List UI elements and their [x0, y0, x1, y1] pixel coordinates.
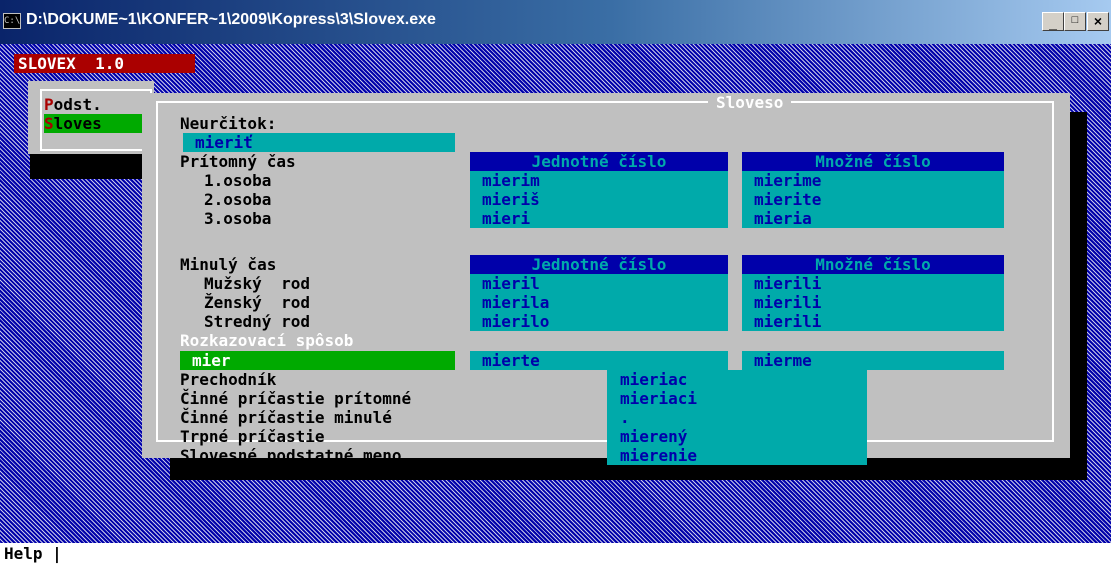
other-form-label: Činné príčastie minulé: [180, 408, 392, 427]
menu-item-label: odst.: [53, 95, 102, 114]
imperative-plural-2[interactable]: mierte: [470, 351, 728, 370]
past-singular-header: Jednotné číslo: [470, 255, 728, 274]
present-row-label: 3.osoba: [204, 209, 272, 228]
present-singular-header: Jednotné číslo: [470, 152, 728, 171]
verb-dialog: Sloveso Neurčitok: mieriť Prítomný čas J…: [142, 93, 1070, 465]
main-menu: Podst. Sloves: [28, 81, 154, 154]
help-hint[interactable]: Help |: [4, 544, 62, 563]
menu-hotkey: S: [44, 114, 54, 133]
past-row-label: Mužský rod: [204, 274, 310, 293]
console-icon[interactable]: C:\: [3, 13, 21, 29]
present-singular-3[interactable]: mieri: [470, 209, 728, 228]
menu-item-podst[interactable]: Podst.: [44, 95, 144, 114]
menu-shadow: [30, 154, 156, 179]
close-button[interactable]: ×: [1087, 12, 1109, 31]
present-row-label: 2.osoba: [204, 190, 272, 209]
other-form-label: Trpné príčastie: [180, 427, 325, 446]
past-tense-label: Minulý čas: [180, 255, 277, 274]
maximize-button[interactable]: □: [1064, 12, 1086, 31]
menu-hotkey: P: [44, 95, 54, 114]
past-plural-fem[interactable]: mierili: [742, 293, 1004, 312]
past-plural-header: Množné číslo: [742, 255, 1004, 274]
past-singular-neut[interactable]: mierilo: [470, 312, 728, 331]
present-singular-2[interactable]: mieriš: [470, 190, 728, 209]
dialog-title: Sloveso: [708, 93, 792, 112]
past-row-label: Stredný rod: [204, 312, 310, 331]
present-row-label: 1.osoba: [204, 171, 272, 190]
verbal-noun-value[interactable]: mierenie: [620, 446, 697, 465]
infinitive-field[interactable]: mieriť: [183, 133, 455, 152]
console-area: SLOVEX 1.0 Podst. Sloves Sloveso Neurčit…: [0, 44, 1111, 565]
past-plural-masc[interactable]: mierili: [742, 274, 1004, 293]
window-title: D:\DOKUME~1\KONFER~1\2009\Kopress\3\Slov…: [26, 11, 436, 28]
title-bar[interactable]: C:\ D:\DOKUME~1\KONFER~1\2009\Kopress\3\…: [0, 0, 1111, 44]
imperative-plural-1[interactable]: mierme: [742, 351, 1004, 370]
passive-participle-value[interactable]: mierený: [620, 427, 687, 446]
past-plural-neut[interactable]: mierili: [742, 312, 1004, 331]
minimize-button[interactable]: _: [1042, 12, 1064, 31]
transgressive-value[interactable]: mieriac: [620, 370, 687, 389]
other-form-label: Činné príčastie prítomné: [180, 389, 412, 408]
present-plural-3[interactable]: mieria: [742, 209, 1004, 228]
present-tense-label: Prítomný čas: [180, 152, 296, 171]
infinitive-label: Neurčitok:: [180, 114, 277, 133]
present-plural-header: Množné číslo: [742, 152, 1004, 171]
present-plural-2[interactable]: mierite: [742, 190, 1004, 209]
imperative-field[interactable]: mier: [180, 351, 455, 370]
console-window: C:\ D:\DOKUME~1\KONFER~1\2009\Kopress\3\…: [0, 0, 1111, 565]
past-row-label: Ženský rod: [204, 293, 310, 312]
past-singular-masc[interactable]: mieril: [470, 274, 728, 293]
menu-item-label: loves: [53, 114, 102, 133]
dialog-shadow-right: [1070, 112, 1087, 480]
present-singular-1[interactable]: mierim: [470, 171, 728, 190]
other-form-label: Slovesné podstatné meno: [180, 446, 402, 465]
present-plural-1[interactable]: mierime: [742, 171, 1004, 190]
past-singular-fem[interactable]: mierila: [470, 293, 728, 312]
present-participle-value[interactable]: mieriaci: [620, 389, 697, 408]
imperative-label: Rozkazovací spôsob: [180, 331, 354, 350]
past-participle-value[interactable]: .: [620, 408, 630, 427]
other-form-label: Prechodník: [180, 370, 277, 389]
menu-item-sloves[interactable]: Sloves: [44, 114, 144, 133]
status-bar: Help |: [0, 543, 1111, 565]
app-title: SLOVEX 1.0: [14, 54, 195, 73]
